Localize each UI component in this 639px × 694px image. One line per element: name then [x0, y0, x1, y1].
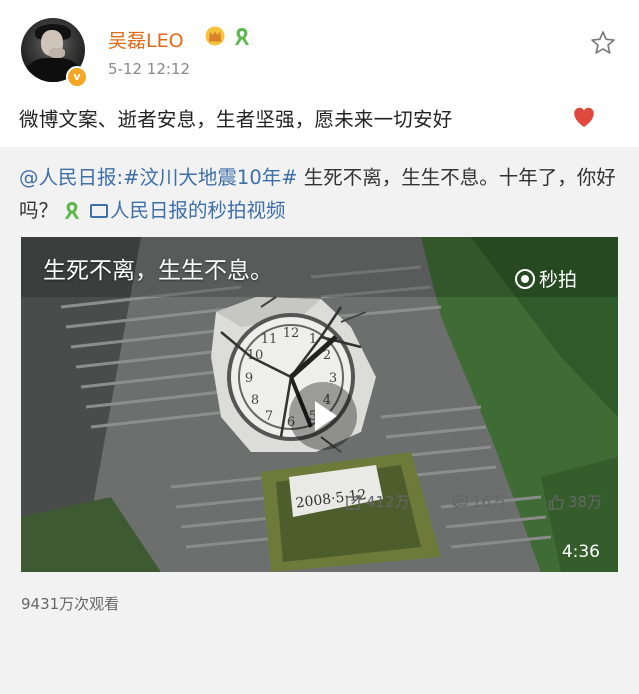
post-time: 5-12 12:12 — [108, 60, 191, 78]
like-button[interactable]: 38万 — [548, 491, 602, 512]
post-text: 微博文案、逝者安息，生者坚强，愿未来一切安好 — [19, 108, 453, 131]
star-icon[interactable] — [590, 30, 616, 56]
thumbs-up-icon — [548, 494, 564, 510]
clock-numeral-7: 7 — [265, 409, 273, 424]
view-count: 9431万次观看 — [21, 595, 120, 613]
video-player[interactable]: 2008·5·12 12 1 2 3 4 5 6 7 8 9 10 11 生死不… — [21, 237, 618, 572]
crown-icon — [205, 26, 225, 46]
video-overlay-text: 生死不离，生生不息。 — [43, 258, 273, 284]
hashtag-link[interactable]: #汶川大地震10年# — [123, 166, 298, 189]
repost-text: @人民日报:#汶川大地震10年# 生死不离，生生不息。十年了，你好吗？ 人民日报的… — [19, 161, 619, 227]
repost-icon — [346, 495, 361, 510]
repost-card[interactable]: @人民日报:#汶川大地震10年# 生死不离，生生不息。十年了，你好吗？ 人民日报的… — [0, 147, 639, 694]
verified-badge-icon: v — [66, 66, 88, 88]
clock-numeral-9: 9 — [245, 371, 253, 386]
clock-numeral-11: 11 — [261, 332, 278, 347]
comment-icon — [452, 495, 468, 510]
miaopai-label: 秒拍 — [539, 269, 578, 291]
video-duration: 4:36 — [561, 542, 600, 562]
video-icon — [90, 204, 109, 218]
heart-icon — [574, 107, 594, 127]
comment-count: 16万 — [472, 493, 507, 511]
clock-numeral-12: 12 — [283, 326, 300, 341]
repost-author-link[interactable]: @人民日报 — [19, 166, 117, 189]
clock-numeral-8: 8 — [251, 393, 259, 408]
username[interactable]: 吴磊LEO — [108, 26, 184, 53]
comment-button[interactable]: 16万 — [452, 491, 506, 512]
play-button[interactable] — [289, 382, 357, 450]
video-link[interactable]: 人民日报的秒拍视频 — [110, 199, 286, 222]
avatar-hand — [49, 48, 65, 58]
post-header: v 吴磊LEO 5-12 12:12 — [0, 0, 639, 92]
miaopai-logo-icon — [515, 269, 535, 289]
green-ribbon-icon — [65, 202, 80, 219]
repost-button[interactable]: 412万 — [346, 491, 410, 512]
like-count: 38万 — [568, 493, 603, 511]
green-ribbon-icon — [235, 28, 249, 45]
repost-count: 412万 — [366, 493, 410, 511]
miaopai-watermark: 秒拍 — [515, 265, 577, 292]
